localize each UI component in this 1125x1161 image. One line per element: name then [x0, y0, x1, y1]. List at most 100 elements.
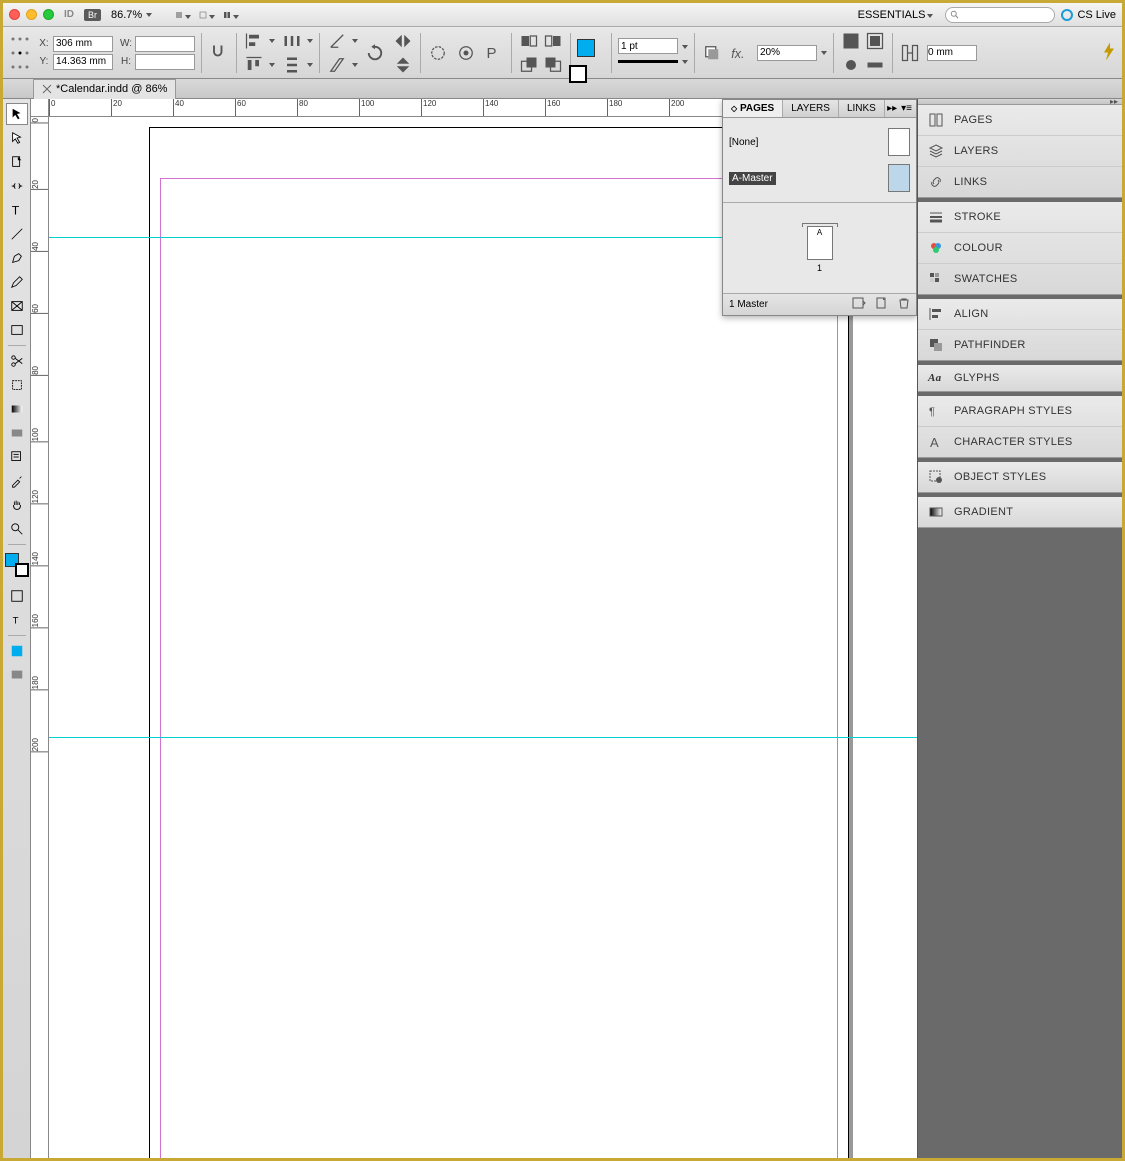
page-1-thumb[interactable]: A: [807, 226, 833, 260]
master-a-thumb[interactable]: [888, 164, 910, 192]
line-tool[interactable]: [6, 223, 28, 245]
ruler-origin[interactable]: [31, 99, 49, 117]
direct-selection-tool[interactable]: [6, 127, 28, 149]
pathfinder-panel-button[interactable]: PATHFINDER: [918, 330, 1122, 360]
effects-button[interactable]: fx.: [729, 42, 751, 64]
flip-vertical-button[interactable]: [392, 54, 414, 76]
layers-tab[interactable]: LAYERS: [783, 100, 839, 117]
rectangle-frame-tool[interactable]: [6, 295, 28, 317]
vertical-ruler[interactable]: 020406080100120140160180200: [31, 117, 49, 1158]
text-wrap-jump-button[interactable]: [864, 54, 886, 76]
select-prev-button[interactable]: [518, 30, 540, 52]
collapse-panel-icon[interactable]: ▸▸: [887, 103, 897, 114]
fill-color-swatch[interactable]: [577, 39, 595, 57]
clip-content-icon[interactable]: [208, 42, 230, 64]
maximize-window-button[interactable]: [43, 9, 54, 20]
master-none-row[interactable]: [None]: [729, 124, 910, 160]
free-transform-tool[interactable]: [6, 374, 28, 396]
formatting-container-button[interactable]: [6, 585, 28, 607]
text-placeholder-icon[interactable]: P: [483, 42, 505, 64]
stroke-style-selector[interactable]: [618, 60, 678, 63]
shear-angle-icon[interactable]: [326, 54, 348, 76]
distribute-vertical-button[interactable]: [281, 54, 303, 76]
pages-tab[interactable]: ◇ PAGES: [723, 100, 783, 117]
y-input[interactable]: [53, 54, 113, 70]
hand-tool[interactable]: [6, 494, 28, 516]
pages-panel[interactable]: ◇ PAGES LAYERS LINKS ▸▸ ▾≡ [None] A-Mast…: [722, 99, 917, 316]
panel-menu-icon[interactable]: ▾≡: [901, 103, 912, 114]
distribute-horizontal-button[interactable]: [281, 30, 303, 52]
rectangle-tool[interactable]: [6, 319, 28, 341]
formatting-text-button[interactable]: T: [6, 609, 28, 631]
master-a-row[interactable]: A-Master: [729, 160, 910, 196]
apply-color-button[interactable]: [6, 640, 28, 662]
drop-shadow-button[interactable]: [701, 42, 723, 64]
pen-tool[interactable]: [6, 247, 28, 269]
glyphs-panel-button[interactable]: AaGLYPHS: [918, 365, 1122, 391]
align-top-edges-button[interactable]: [243, 54, 265, 76]
character-styles-panel-button[interactable]: ACHARACTER STYLES: [918, 427, 1122, 457]
stroke-weight-input[interactable]: [618, 38, 678, 54]
gap-tool-icon[interactable]: [899, 42, 921, 64]
x-input[interactable]: [53, 36, 113, 52]
pencil-tool[interactable]: [6, 271, 28, 293]
gradient-panel-button[interactable]: GRADIENT: [918, 497, 1122, 527]
close-tab-icon[interactable]: [42, 84, 52, 94]
fill-stroke-toggle[interactable]: [5, 553, 29, 577]
swatches-panel-button[interactable]: SWATCHES: [918, 264, 1122, 294]
gap-input[interactable]: [927, 45, 977, 61]
gap-tool[interactable]: [6, 175, 28, 197]
arrange-documents-dropdown[interactable]: [222, 8, 240, 22]
send-backward-button[interactable]: [542, 54, 564, 76]
flip-horizontal-button[interactable]: [392, 30, 414, 52]
stroke-color-swatch[interactable]: [569, 65, 587, 83]
stroke-panel-button[interactable]: STROKE: [918, 202, 1122, 233]
screen-mode-button[interactable]: [6, 664, 28, 686]
close-window-button[interactable]: [9, 9, 20, 20]
select-container-button[interactable]: [427, 42, 449, 64]
edit-page-size-button[interactable]: [852, 297, 866, 312]
gradient-swatch-tool[interactable]: [6, 398, 28, 420]
text-wrap-none-button[interactable]: [840, 30, 862, 52]
workspace-switcher[interactable]: ESSENTIALS: [852, 9, 940, 21]
w-input[interactable]: [135, 36, 195, 52]
text-wrap-shape-button[interactable]: [840, 54, 862, 76]
reference-point-proxy[interactable]: [9, 33, 31, 73]
eyedropper-tool[interactable]: [6, 470, 28, 492]
colour-panel-button[interactable]: COLOUR: [918, 233, 1122, 264]
note-tool[interactable]: [6, 446, 28, 468]
paragraph-styles-panel-button[interactable]: ¶PARAGRAPH STYLES: [918, 396, 1122, 427]
page-tool[interactable]: [6, 151, 28, 173]
gradient-feather-tool[interactable]: [6, 422, 28, 444]
links-panel-button[interactable]: LINKS: [918, 167, 1122, 197]
view-options-dropdown[interactable]: [174, 8, 192, 22]
align-panel-button[interactable]: ALIGN: [918, 299, 1122, 330]
opacity-input[interactable]: [757, 45, 817, 61]
bring-forward-button[interactable]: [518, 54, 540, 76]
document-tab[interactable]: *Calendar.indd @ 86%: [33, 79, 176, 99]
zoom-level-selector[interactable]: 86.7%: [107, 9, 156, 21]
object-styles-panel-button[interactable]: OBJECT STYLES: [918, 462, 1122, 492]
select-content-button[interactable]: [455, 42, 477, 64]
search-field[interactable]: [945, 7, 1055, 23]
layers-panel-button[interactable]: LAYERS: [918, 136, 1122, 167]
master-none-thumb[interactable]: [888, 128, 910, 156]
select-next-button[interactable]: [542, 30, 564, 52]
zoom-tool[interactable]: [6, 518, 28, 540]
quick-apply-button[interactable]: [1102, 41, 1116, 64]
tool-stroke-swatch[interactable]: [15, 563, 29, 577]
canvas[interactable]: 020406080100120140160180200220 020406080…: [31, 99, 917, 1158]
rotate-90-cw-button[interactable]: [364, 42, 386, 64]
screen-mode-dropdown[interactable]: [198, 8, 216, 22]
type-tool[interactable]: T: [6, 199, 28, 221]
align-left-edges-button[interactable]: [243, 30, 265, 52]
pages-panel-button[interactable]: PAGES: [918, 105, 1122, 136]
delete-page-button[interactable]: [898, 297, 910, 312]
links-tab[interactable]: LINKS: [839, 100, 885, 117]
h-input[interactable]: [135, 54, 195, 70]
minimize-window-button[interactable]: [26, 9, 37, 20]
new-page-button[interactable]: [876, 297, 888, 312]
selection-tool[interactable]: [6, 103, 28, 125]
rotate-angle-icon[interactable]: [326, 30, 348, 52]
bridge-button[interactable]: Br: [84, 9, 101, 21]
